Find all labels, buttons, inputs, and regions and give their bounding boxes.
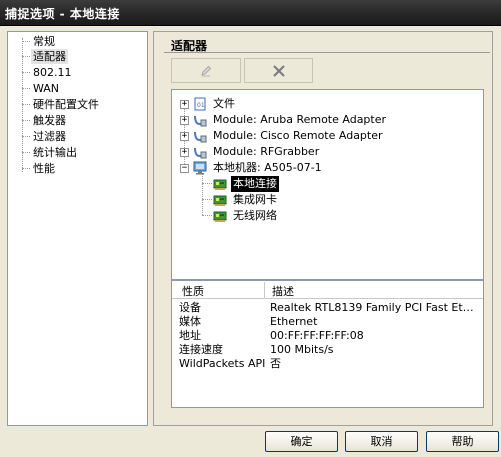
tree-connector [202, 183, 212, 184]
property-row: 连接速度 100 Mbits/s [179, 343, 479, 357]
tree-node-file[interactable]: + 01 文件 [180, 96, 237, 112]
property-row: 媒体 Ethernet [179, 315, 479, 329]
column-header-description[interactable]: 描述 [272, 283, 294, 299]
module-icon [193, 145, 207, 159]
tree-node-cisco[interactable]: + Module: Cisco Remote Adapter [180, 128, 385, 144]
column-header-property[interactable]: 性质 [182, 283, 204, 299]
tree-node-label: Module: Cisco Remote Adapter [213, 129, 383, 142]
property-value: 00:FF:FF:FF:FF:08 [270, 329, 364, 342]
property-key: 设备 [179, 301, 201, 314]
tree-node-adapter-wireless[interactable]: 无线网络 [213, 208, 279, 224]
property-row: 地址 00:FF:FF:FF:FF:08 [179, 329, 479, 343]
pencil-icon [201, 65, 212, 76]
property-key: 媒体 [179, 315, 201, 328]
help-button[interactable]: 帮助 [426, 431, 499, 452]
column-separator[interactable] [264, 282, 265, 298]
tree-connector [202, 215, 212, 216]
tree-node-label: 无线网络 [233, 209, 277, 222]
tree-node-label: 本地机器: A505-07-1 [213, 161, 322, 174]
collapse-icon[interactable]: − [180, 163, 189, 173]
tree-connector [202, 174, 203, 215]
nav-tree-branch [22, 136, 30, 137]
property-row: WildPackets API 否 [179, 357, 479, 371]
tree-node-label: Module: Aruba Remote Adapter [213, 113, 387, 126]
module-icon [193, 113, 207, 127]
adapter-properties-list[interactable]: 性质 描述 设备 Realtek RTL8139 Family PCI Fast… [171, 280, 484, 408]
title-bar[interactable]: 捕捉选项 - 本地连接 [0, 0, 501, 26]
properties-header: 性质 描述 [172, 281, 483, 299]
window-title: 捕捉选项 - 本地连接 [5, 7, 120, 21]
adapter-tree[interactable]: + 01 文件 + Module: Aruba Remote Adapter + [171, 89, 484, 280]
property-value: 否 [270, 357, 281, 370]
expand-icon[interactable]: + [180, 115, 189, 125]
nav-tree-branch [22, 104, 30, 105]
file-icon: 01 [193, 97, 207, 111]
tree-node-label: 文件 [213, 97, 235, 110]
property-key: WildPackets API [179, 357, 266, 370]
nav-item-80211[interactable]: 802.11 [31, 65, 74, 80]
nav-tree-branch [22, 152, 30, 153]
nic-icon [213, 177, 227, 191]
computer-icon [193, 161, 207, 175]
property-value: Realtek RTL8139 Family PCI Fast Etherne.… [270, 301, 480, 314]
tree-node-label: Module: RFGrabber [213, 145, 320, 158]
module-icon [193, 129, 207, 143]
edit-button[interactable] [171, 58, 241, 83]
property-row: 设备 Realtek RTL8139 Family PCI Fast Ether… [179, 301, 480, 315]
property-value: Ethernet [270, 315, 318, 328]
tree-node-label: 本地连接 [231, 176, 279, 192]
nav-item-general[interactable]: 常规 [31, 34, 57, 49]
property-value: 100 Mbits/s [270, 343, 334, 356]
tree-node-adapter-local-connection[interactable]: 本地连接 [213, 176, 279, 192]
expand-icon[interactable]: + [180, 147, 189, 157]
delete-button[interactable] [244, 58, 313, 83]
nav-item-wan[interactable]: WAN [31, 81, 61, 96]
nic-icon [213, 193, 227, 207]
nav-item-filters[interactable]: 过滤器 [31, 129, 68, 144]
nav-tree-branch [22, 41, 30, 42]
ok-button[interactable]: 确定 [265, 431, 338, 452]
nic-icon [213, 209, 227, 223]
nav-tree-branch [22, 120, 30, 121]
tree-node-rfgrabber[interactable]: + Module: RFGrabber [180, 144, 321, 160]
tree-node-local-machine[interactable]: − 本地机器: A505-07-1 [180, 160, 324, 176]
nav-item-triggers[interactable]: 触发器 [31, 113, 68, 128]
nav-item-performance[interactable]: 性能 [31, 161, 57, 176]
property-key: 连接速度 [179, 343, 223, 356]
tree-connector [202, 199, 212, 200]
cancel-button[interactable]: 取消 [345, 431, 418, 452]
options-nav-tree: 常规 适配器 802.11 WAN 硬件配置文件 触发器 过滤器 统计输出 性能 [7, 31, 148, 426]
section-divider [164, 52, 490, 53]
nav-tree-branch [22, 72, 30, 73]
tree-node-label: 集成网卡 [233, 193, 277, 206]
nav-tree-branch [22, 56, 30, 57]
expand-icon[interactable]: + [180, 99, 189, 109]
nav-tree-branch [22, 88, 30, 89]
svg-text:01: 01 [197, 102, 205, 109]
nav-item-hardware-profiles[interactable]: 硬件配置文件 [31, 97, 101, 112]
nav-item-statistics-output[interactable]: 统计输出 [31, 145, 79, 160]
tree-node-adapter-integrated-nic[interactable]: 集成网卡 [213, 192, 279, 208]
nav-tree-branch [22, 168, 30, 169]
expand-icon[interactable]: + [180, 131, 189, 141]
nav-item-adapter[interactable]: 适配器 [31, 49, 68, 64]
x-icon [272, 64, 285, 77]
property-key: 地址 [179, 329, 201, 342]
tree-node-aruba[interactable]: + Module: Aruba Remote Adapter [180, 112, 388, 128]
